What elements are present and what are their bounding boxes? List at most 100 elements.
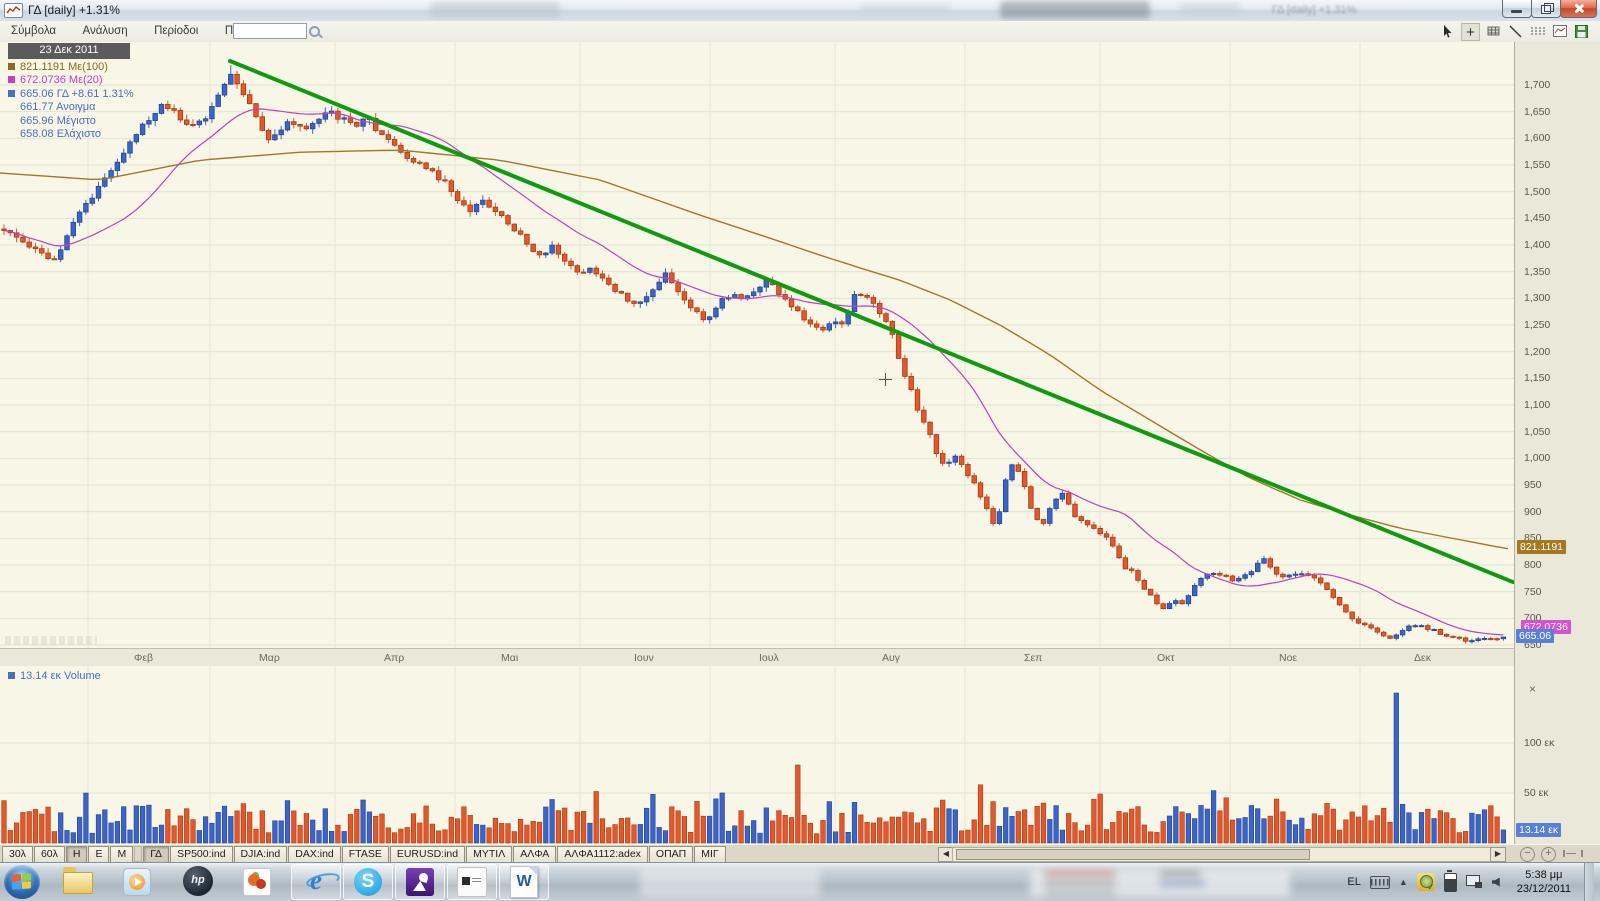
- trading-app-button[interactable]: [395, 864, 445, 900]
- trendline-tool-icon[interactable]: [1507, 23, 1524, 39]
- scrollbar-thumb[interactable]: [956, 849, 1310, 860]
- scrollbar-track[interactable]: [952, 847, 1492, 862]
- pointer-tool-icon[interactable]: [1439, 23, 1456, 39]
- month-label: Ιουλ: [759, 652, 779, 664]
- legend-last: 665.06 ΓΔ +8.61 1.31%: [8, 88, 134, 102]
- price-axis-tick: 1,550: [1524, 159, 1550, 171]
- month-label: Νοε: [1279, 652, 1297, 664]
- month-label: Οκτ: [1157, 652, 1175, 664]
- network-icon[interactable]: [1466, 875, 1483, 889]
- volume-plot[interactable]: 13.14 εκ Volume: [0, 666, 1514, 845]
- close-button[interactable]: [1560, 0, 1597, 18]
- windows-explorer-icon[interactable]: [63, 866, 97, 898]
- notes-app-button[interactable]: [447, 864, 497, 900]
- tab-Ε[interactable]: Ε: [88, 846, 109, 863]
- speaker-icon[interactable]: [1492, 878, 1500, 887]
- battery-icon[interactable]: [1444, 873, 1457, 892]
- price-axis-tick: 1,150: [1524, 372, 1550, 384]
- media-player-icon[interactable]: [123, 865, 157, 900]
- system-tray: EL ▲ 5:38 μμ 23/12/2011: [1347, 863, 1600, 901]
- volume-axis-tick: 100 εκ: [1524, 737, 1554, 749]
- fit-width-button[interactable]: [1563, 850, 1583, 857]
- titlebar-blur-artifact: [1180, 3, 1240, 17]
- tab-EURUSD:ind[interactable]: EURUSD:ind: [390, 846, 465, 863]
- volume-pane-close-icon[interactable]: ×: [1527, 684, 1538, 695]
- search-icon[interactable]: [309, 26, 320, 37]
- update-globe-icon[interactable]: [1417, 873, 1435, 891]
- price-axis-tick: 1,400: [1524, 239, 1550, 251]
- tab-SP500:ind[interactable]: SP500:ind: [170, 846, 232, 863]
- skype-button[interactable]: S: [343, 864, 393, 900]
- clock[interactable]: 5:38 μμ 23/12/2011: [1517, 868, 1571, 896]
- price-axis-tick: 1,000: [1524, 452, 1550, 464]
- menu-periods[interactable]: Περίοδοι: [143, 22, 209, 37]
- legend-low: 658.08 Ελάχιστο: [8, 128, 134, 142]
- chart-window-icon[interactable]: [1551, 23, 1568, 39]
- tab-ΜΥΤΙΛ[interactable]: ΜΥΤΙΛ: [466, 846, 512, 863]
- tab-DJIA:ind[interactable]: DJIA:ind: [234, 846, 288, 863]
- tab-Μ[interactable]: Μ: [110, 846, 133, 863]
- crosshair-tool-icon[interactable]: +: [1461, 23, 1480, 41]
- ma20-swatch: [8, 76, 15, 83]
- word-button[interactable]: W: [499, 864, 549, 900]
- price-axis-tick: 1,100: [1524, 399, 1550, 411]
- menu-analysis[interactable]: Ανάλυση: [72, 22, 139, 37]
- legend-open: 661.77 Ανοιγμα: [8, 101, 134, 115]
- zoom-in-button[interactable]: +: [1541, 847, 1556, 862]
- menubar: Σύμβολα Ανάλυση Περίοδοι Προβολή +: [0, 21, 1600, 43]
- tab-ΑΛΦΑ1112:adex[interactable]: ΑΛΦΑ1112:adex: [557, 846, 648, 863]
- time-axis: ΦεβΜαρΑπρΜαιΙουνΙουλΑυγΣεπΟκτΝοεΔεκ: [0, 648, 1514, 668]
- watermark: [5, 636, 97, 645]
- month-label: Μαρ: [259, 652, 280, 664]
- dashed-line-tool-icon[interactable]: [1529, 23, 1546, 39]
- taskbar: hp e S W EL ▲ 5:38 μμ 23/12/2011: [0, 862, 1600, 901]
- tab-ΑΛΦΑ[interactable]: ΑΛΦΑ: [513, 846, 556, 863]
- price-axis-tick: 1,250: [1524, 319, 1550, 331]
- photo-viewer-icon[interactable]: [243, 865, 277, 900]
- zoom-out-button[interactable]: −: [1520, 847, 1535, 862]
- titlebar-blur-artifact: [430, 2, 560, 18]
- month-label: Σεπ: [1024, 652, 1042, 664]
- tab-Η[interactable]: Η: [66, 846, 88, 863]
- language-indicator[interactable]: EL: [1347, 876, 1360, 888]
- price-axis-tick: 750: [1524, 586, 1542, 598]
- month-label: Δεκ: [1414, 652, 1431, 664]
- taskbar-blur-artifact: [1045, 871, 1115, 876]
- chart-legend: 23 Δεκ 2011 821.1191 Με(100) 672.0736 Με…: [8, 43, 134, 142]
- price-axis-tick: 950: [1524, 479, 1542, 491]
- clock-date: 23/12/2011: [1517, 882, 1571, 896]
- tab-60λ[interactable]: 60λ: [34, 846, 65, 863]
- volume-axis-badge: 13.14 εκ: [1516, 823, 1561, 837]
- tab-DAX:ind[interactable]: DAX:ind: [288, 846, 341, 863]
- symbol-search-input[interactable]: [233, 23, 307, 39]
- price-axis-tick: 1,050: [1524, 426, 1550, 438]
- tab-ΜΙΓ[interactable]: ΜΙΓ: [694, 846, 725, 863]
- save-icon[interactable]: [1573, 23, 1590, 39]
- month-label: Ιουν: [634, 652, 654, 664]
- minimize-button[interactable]: [1502, 0, 1532, 18]
- titlebar-ghost-title: ΓΔ [daily] +1.31%: [1272, 4, 1356, 16]
- candlestick-tool-icon[interactable]: [1485, 23, 1502, 39]
- restore-button[interactable]: [1531, 0, 1561, 18]
- taskbar-blur-artifact: [1045, 891, 1115, 896]
- volume-chart: [0, 666, 1514, 844]
- internet-explorer-button[interactable]: e: [291, 864, 341, 900]
- price-chart-plot[interactable]: 23 Δεκ 2011 821.1191 Με(100) 672.0736 Με…: [0, 42, 1514, 648]
- ma100-axis-badge: 821.1191: [1517, 540, 1566, 554]
- app-window: ΓΔ [daily] +1.31% ΓΔ [daily] +1.31% Σύμβ…: [0, 0, 1600, 900]
- tab-ΓΔ[interactable]: ΓΔ: [143, 846, 169, 863]
- tab-30λ[interactable]: 30λ: [2, 846, 33, 863]
- show-hidden-icons[interactable]: ▲: [1399, 877, 1408, 887]
- scroll-right-arrow[interactable]: ▶: [1490, 847, 1506, 862]
- tab-FTASE[interactable]: FTASE: [342, 846, 389, 863]
- start-button[interactable]: [4, 865, 40, 899]
- trading-app-icon: [406, 868, 434, 896]
- titlebar: ΓΔ [daily] +1.31% ΓΔ [daily] +1.31%: [0, 0, 1600, 22]
- show-desktop-button[interactable]: [1584, 863, 1594, 901]
- keyboard-icon[interactable]: [1370, 876, 1390, 889]
- word-icon: W: [510, 866, 538, 898]
- menu-symbols[interactable]: Σύμβολα: [0, 22, 67, 37]
- tab-ΟΠΑΠ[interactable]: ΟΠΑΠ: [649, 846, 693, 863]
- hp-icon[interactable]: hp: [183, 866, 217, 898]
- tabbar: 30λ60λΗΕΜ ΓΔSP500:indDJIA:indDAX:indFTASE…: [0, 844, 1600, 863]
